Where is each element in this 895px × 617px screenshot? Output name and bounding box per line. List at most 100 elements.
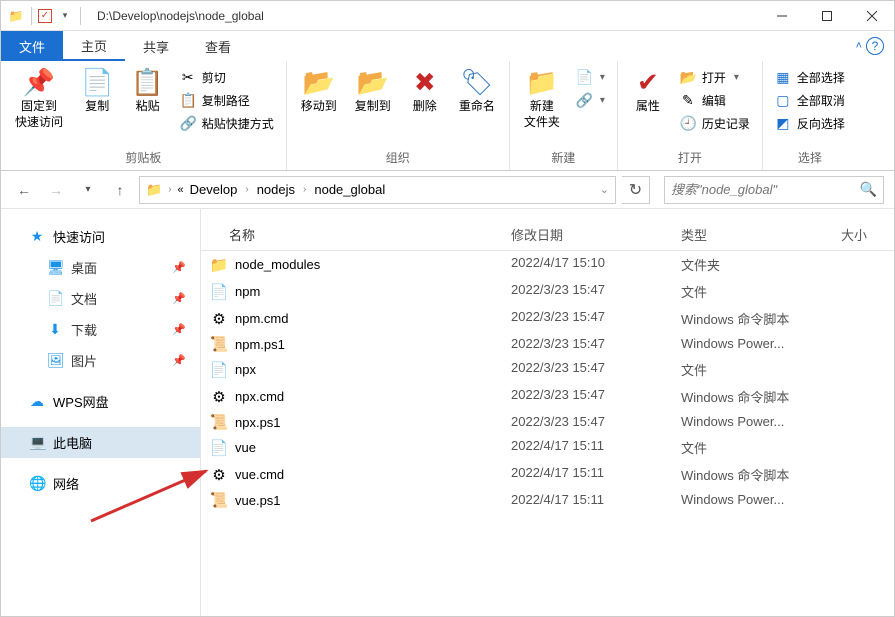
file-row[interactable]: 📜vue.ps12022/4/17 15:11Windows Power... <box>201 488 894 512</box>
history-dropdown-button[interactable]: ▾ <box>75 177 101 203</box>
sidebar-item-downloads[interactable]: ⬇下载📌 <box>1 314 200 345</box>
file-row[interactable]: 📁node_modules2022/4/17 15:10文件夹 <box>201 251 894 278</box>
invert-icon: ◩ <box>775 115 791 132</box>
file-type: Windows 命令脚本 <box>671 465 831 484</box>
chevron-right-icon[interactable]: › <box>243 184 250 195</box>
column-date[interactable]: 修改日期 <box>501 225 671 244</box>
cloud-icon: ☁ <box>29 393 45 410</box>
help-icon[interactable]: ? <box>866 37 884 55</box>
chevron-right-icon[interactable]: › <box>301 184 308 195</box>
tab-file[interactable]: 文件 <box>1 31 63 61</box>
sidebar-item-network[interactable]: 🌐网络 <box>1 468 200 499</box>
file-type: Windows 命令脚本 <box>671 309 831 328</box>
forward-button[interactable]: → <box>43 177 69 203</box>
file-row[interactable]: 📄vue2022/4/17 15:11文件 <box>201 434 894 461</box>
properties-button[interactable]: ✔属性 <box>626 65 670 119</box>
file-type: 文件 <box>671 282 831 301</box>
column-type[interactable]: 类型 <box>671 225 831 244</box>
file-row[interactable]: 📄npx2022/3/23 15:47文件 <box>201 356 894 383</box>
properties-icon: ✔ <box>637 69 659 95</box>
file-type: Windows 命令脚本 <box>671 387 831 406</box>
tab-view[interactable]: 查看 <box>187 31 249 61</box>
file-date: 2022/3/23 15:47 <box>501 309 671 328</box>
address-dropdown-icon[interactable]: ⌄ <box>600 183 609 196</box>
tab-home[interactable]: 主页 <box>63 31 125 61</box>
moveto-button[interactable]: 📂移动到 <box>295 65 343 119</box>
group-new-label: 新建 <box>518 147 609 168</box>
copy-button[interactable]: 📄 复制 <box>75 65 119 119</box>
refresh-button[interactable]: ↻ <box>622 176 650 204</box>
tab-share[interactable]: 共享 <box>125 31 187 61</box>
file-name: npm.ps1 <box>235 337 285 352</box>
file-icon: ⚙ <box>211 311 227 327</box>
column-size[interactable]: 大小 <box>831 225 891 244</box>
breadcrumb-develop[interactable]: Develop <box>188 182 240 197</box>
up-button[interactable]: ↑ <box>107 177 133 203</box>
file-type: 文件 <box>671 360 831 379</box>
history-button[interactable]: 🕘历史记录 <box>676 113 754 134</box>
chevron-up-icon[interactable]: ˄ <box>856 40 862 52</box>
group-clipboard-label: 剪贴板 <box>9 147 278 168</box>
file-size <box>831 282 891 301</box>
pin-to-quick-access-button[interactable]: 📌 固定到 快速访问 <box>9 65 69 134</box>
sidebar-item-desktop[interactable]: 🖥桌面📌 <box>1 252 200 283</box>
qat-dropdown-icon[interactable]: ▾ <box>56 7 74 25</box>
documents-icon: 📄 <box>47 290 63 307</box>
file-date: 2022/4/17 15:11 <box>501 465 671 484</box>
new-item-button[interactable]: 📄▾ <box>572 67 609 88</box>
pin-icon: 📌 <box>172 292 186 305</box>
file-row[interactable]: ⚙vue.cmd2022/4/17 15:11Windows 命令脚本 <box>201 461 894 488</box>
file-icon: 📁 <box>211 257 227 273</box>
edit-button[interactable]: ✎编辑 <box>676 90 754 111</box>
paste-shortcut-button[interactable]: 🔗粘贴快捷方式 <box>176 113 278 134</box>
moveto-icon: 📂 <box>303 69 335 95</box>
checkbox-icon[interactable]: ✓ <box>38 9 52 23</box>
file-row[interactable]: 📜npx.ps12022/3/23 15:47Windows Power... <box>201 410 894 434</box>
file-name: npx.ps1 <box>235 415 281 430</box>
paste-button[interactable]: 📋 粘贴 <box>125 65 169 119</box>
delete-button[interactable]: ✖删除 <box>403 65 447 119</box>
easy-access-button[interactable]: 🔗▾ <box>572 90 609 111</box>
file-name: node_modules <box>235 257 320 272</box>
new-folder-button[interactable]: 📁新建 文件夹 <box>518 65 566 134</box>
select-all-button[interactable]: ▦全部选择 <box>771 67 849 88</box>
file-size <box>831 336 891 352</box>
open-button[interactable]: 📂打开▾ <box>676 67 754 88</box>
sidebar-item-this-pc[interactable]: 💻此电脑 <box>1 427 200 458</box>
ribbon: 📌 固定到 快速访问 📄 复制 📋 粘贴 ✂剪切 📋复制路径 🔗粘贴快捷方式 <box>1 61 894 171</box>
breadcrumb-nodejs[interactable]: nodejs <box>255 182 297 197</box>
search-icon[interactable]: 🔍 <box>860 181 877 198</box>
sidebar-item-documents[interactable]: 📄文档📌 <box>1 283 200 314</box>
copyto-icon: 📂 <box>357 69 389 95</box>
open-icon: 📂 <box>680 69 696 86</box>
file-row[interactable]: ⚙npm.cmd2022/3/23 15:47Windows 命令脚本 <box>201 305 894 332</box>
star-icon: ★ <box>29 228 45 245</box>
breadcrumb-node-global[interactable]: node_global <box>312 182 387 197</box>
copyto-button[interactable]: 📂复制到 <box>349 65 397 119</box>
invert-selection-button[interactable]: ◩反向选择 <box>771 113 849 134</box>
sidebar-item-quick-access[interactable]: ★快速访问 <box>1 221 200 252</box>
file-row[interactable]: 📄npm2022/3/23 15:47文件 <box>201 278 894 305</box>
column-name[interactable]: 名称 <box>201 225 501 244</box>
maximize-button[interactable] <box>804 1 849 31</box>
select-none-button[interactable]: ▢全部取消 <box>771 90 849 111</box>
explorer-window: 📁 ✓ ▾ D:\Develop\nodejs\node_global 文件 主… <box>0 0 895 617</box>
minimize-button[interactable] <box>759 1 804 31</box>
close-button[interactable] <box>849 1 894 31</box>
file-icon: ⚙ <box>211 389 227 405</box>
rename-button[interactable]: 🏷重命名 <box>453 65 501 119</box>
file-row[interactable]: ⚙npx.cmd2022/3/23 15:47Windows 命令脚本 <box>201 383 894 410</box>
sidebar-item-wps[interactable]: ☁WPS网盘 <box>1 386 200 417</box>
ribbon-tabs: 文件 主页 共享 查看 ˄ ? <box>1 31 894 61</box>
sidebar-item-pictures[interactable]: 🖼图片📌 <box>1 345 200 376</box>
search-box[interactable]: 🔍 <box>664 176 884 204</box>
chevron-right-icon[interactable]: › <box>166 184 173 195</box>
address-bar[interactable]: 📁 › « Develop › nodejs › node_global ⌄ <box>139 176 616 204</box>
window-title: D:\Develop\nodejs\node_global <box>89 9 759 23</box>
copy-path-button[interactable]: 📋复制路径 <box>176 90 278 111</box>
search-input[interactable] <box>671 182 860 197</box>
file-row[interactable]: 📜npm.ps12022/3/23 15:47Windows Power... <box>201 332 894 356</box>
cut-button[interactable]: ✂剪切 <box>176 67 278 88</box>
back-button[interactable]: ← <box>11 177 37 203</box>
pin-icon: 📌 <box>23 69 55 95</box>
